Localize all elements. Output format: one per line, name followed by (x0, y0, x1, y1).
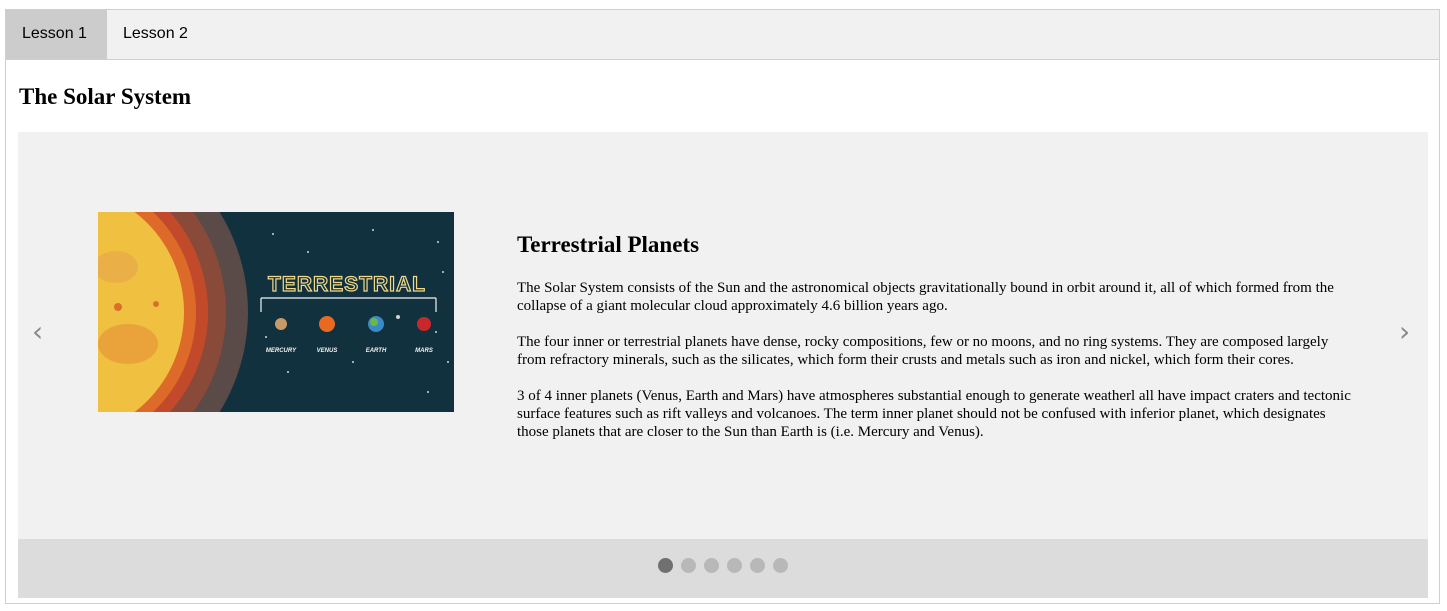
slide-paragraph: 3 of 4 inner planets (Venus, Earth and M… (517, 388, 1351, 440)
prev-slide-chevron-left-icon[interactable]: ‹ (32, 318, 43, 346)
tab-lesson-1[interactable]: Lesson 1 (6, 10, 107, 59)
tab-lesson-2[interactable]: Lesson 2 (107, 10, 209, 59)
image-banner-text: TERRESTRIAL (268, 273, 426, 296)
terrestrial-planets-illustration: TERRESTRIAL MERCURY VENUS EARTH MARS (98, 212, 454, 412)
pagination-dots (658, 558, 788, 573)
pagination-dot-1[interactable] (658, 558, 673, 573)
pagination-dot-3[interactable] (704, 558, 719, 573)
planet-label: VENUS (317, 348, 338, 354)
pagination-dot-5[interactable] (750, 558, 765, 573)
lesson-widget: Lesson 1 Lesson 2 The Solar System ‹ TER… (5, 9, 1440, 604)
planet-label: MARS (415, 348, 433, 354)
page-title: The Solar System (19, 84, 192, 109)
pagination-dot-2[interactable] (681, 558, 696, 573)
slide-paragraph: The four inner or terrestrial planets ha… (517, 334, 1329, 368)
carousel: ‹ TERRESTRIAL MERCURY VENUS EARTH MARS T… (18, 132, 1428, 539)
next-slide-chevron-right-icon[interactable]: › (1399, 318, 1410, 346)
pagination-dot-4[interactable] (727, 558, 742, 573)
planet-label: MERCURY (266, 348, 297, 354)
slide-paragraph: The Solar System consists of the Sun and… (517, 280, 1334, 314)
slide-title: Terrestrial Planets (517, 232, 700, 257)
pagination-bar (18, 539, 1428, 598)
planet-label: EARTH (366, 348, 387, 354)
slide-body: The Solar System consists of the Sun and… (517, 279, 1357, 459)
pagination-dot-6[interactable] (773, 558, 788, 573)
terrestrial-planets-image: TERRESTRIAL MERCURY VENUS EARTH MARS (98, 212, 454, 412)
tab-bar: Lesson 1 Lesson 2 (6, 10, 1439, 60)
